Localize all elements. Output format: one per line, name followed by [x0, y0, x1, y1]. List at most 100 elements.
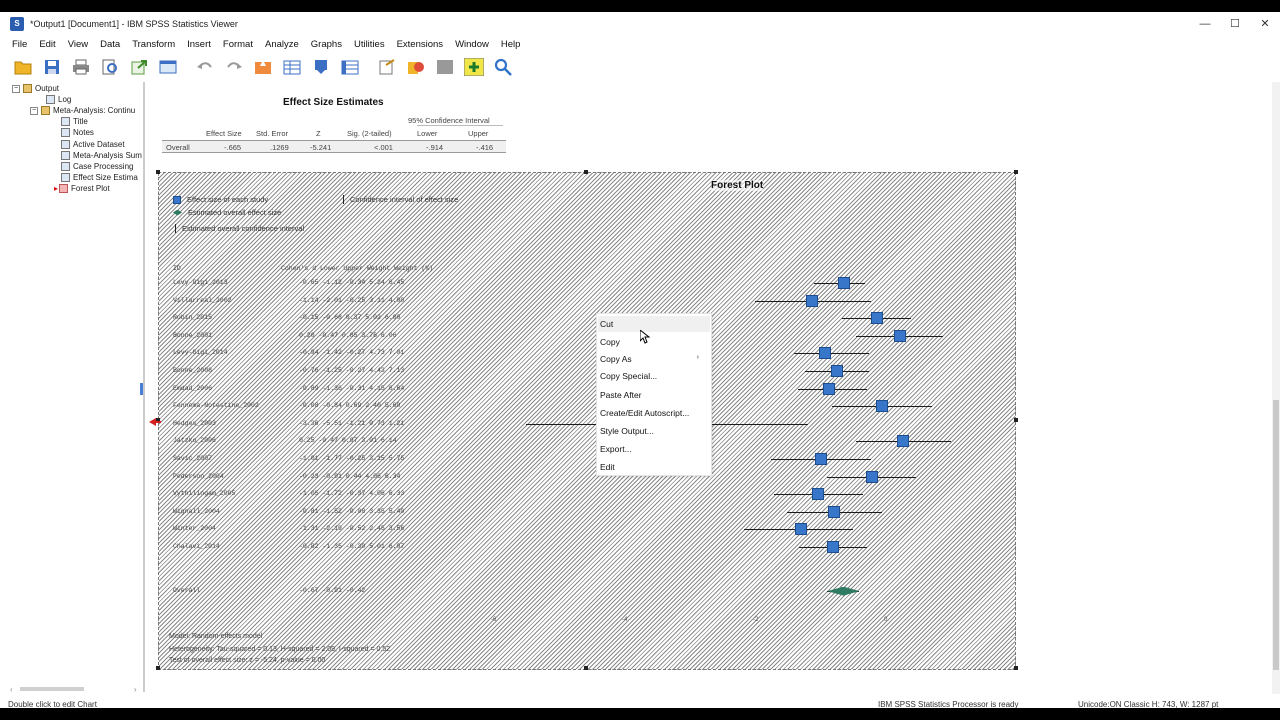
study-id: Villarreal_2002 [173, 296, 232, 304]
undo-icon[interactable] [194, 56, 216, 78]
tree-item-active-dataset[interactable]: Active Dataset [61, 139, 125, 150]
menu-extensions[interactable]: Extensions [391, 39, 449, 50]
menu-help[interactable]: Help [495, 39, 527, 50]
page-icon [61, 162, 70, 171]
legend-ci: Confidence interval of effect size [339, 195, 458, 204]
selection-handle[interactable] [1014, 418, 1018, 422]
menu-view[interactable]: View [62, 39, 94, 50]
recall-dialog-icon[interactable] [157, 56, 179, 78]
x-axis-tick-label: 0 [884, 617, 888, 623]
collapse-icon[interactable]: − [30, 106, 38, 115]
selection-handle[interactable] [156, 666, 160, 670]
column-header: Upper [468, 129, 489, 138]
open-icon[interactable] [12, 56, 34, 78]
menu-item-create-edit-autoscript[interactable]: Create/Edit Autoscript... [600, 408, 689, 418]
effect-size-estimates-table[interactable]: 95% Confidence Interval Effect Size Std.… [162, 114, 506, 153]
study-stats: 0.25 -0.47 0.97 3.01 6.14 [299, 437, 397, 445]
selection-handle[interactable] [584, 170, 588, 174]
menu-item-copy-as[interactable]: Copy As [600, 354, 632, 364]
search-icon[interactable] [492, 56, 514, 78]
export-icon[interactable] [128, 56, 150, 78]
overall-effect-diamond [827, 586, 860, 596]
tree-item-forest-plot[interactable]: ▸ Forest Plot [54, 183, 110, 194]
tree-item-title[interactable]: Title [61, 116, 88, 127]
study-id: Vythilingam_2005 [173, 490, 236, 498]
menu-graphs[interactable]: Graphs [305, 39, 348, 50]
overall-label: Overall [173, 586, 201, 594]
table-header-row-2: Effect Size Std. Error Z Sig. (2-tailed)… [162, 127, 506, 140]
menu-file[interactable]: File [6, 39, 33, 50]
menu-format[interactable]: Format [217, 39, 259, 50]
goto-variable-icon[interactable] [310, 56, 332, 78]
menu-window[interactable]: Window [449, 39, 495, 50]
menu-item-export[interactable]: Export... [600, 444, 632, 454]
maximize-button[interactable]: ☐ [1220, 12, 1250, 36]
study-stats: -0.15 -0.68 0.37 5.02 6.00 [299, 314, 401, 322]
effect-size-estimates-title: Effect Size Estimates [283, 97, 384, 108]
menu-item-cut[interactable]: Cut [600, 319, 613, 329]
collapse-icon[interactable]: − [12, 84, 20, 93]
study-id: Winter_2004 [173, 525, 216, 533]
table-cell: <.001 [374, 143, 393, 152]
legend-square-icon [173, 195, 181, 204]
menu-item-edit[interactable]: Edit [600, 462, 615, 472]
tree-item-case-processing[interactable]: Case Processing [61, 161, 133, 172]
forest-plot-title: Forest Plot [711, 180, 764, 191]
tree-item-notes[interactable]: Notes [61, 127, 94, 138]
scrollbar-thumb[interactable] [1273, 400, 1279, 670]
column-header: Sig. (2-tailed) [347, 129, 392, 138]
study-id: Chalavi_2014 [173, 543, 220, 550]
menu-analyze[interactable]: Analyze [259, 39, 305, 50]
column-header: Std. Error [256, 129, 289, 138]
spss-app-icon: S [10, 17, 24, 31]
save-icon[interactable] [41, 56, 63, 78]
tree-item-meta-analysis-summary[interactable]: Meta-Analysis Sum [61, 150, 142, 161]
content-vertical-scrollbar[interactable] [1272, 82, 1280, 694]
tree-item-output[interactable]: − Output [12, 83, 59, 94]
current-object-arrow-icon [149, 418, 161, 429]
selection-handle[interactable] [1014, 666, 1018, 670]
tree-item-label: Notes [73, 128, 94, 137]
menu-data[interactable]: Data [94, 39, 126, 50]
close-button[interactable]: ✕ [1250, 12, 1280, 36]
legend-overall: Estimated overall effect size [173, 208, 281, 217]
selection-handle[interactable] [156, 170, 160, 174]
redo-icon[interactable] [223, 56, 245, 78]
menu-insert[interactable]: Insert [181, 39, 217, 50]
menu-item-copy[interactable]: Copy [600, 337, 620, 347]
tree-item-log[interactable]: Log [46, 94, 71, 105]
study-stats: -0.82 -1.35 -0.30 5.01 6.07 [299, 543, 405, 550]
column-header: Effect Size [206, 129, 242, 138]
menu-edit[interactable]: Edit [33, 39, 61, 50]
tree-item-effect-size-estimates[interactable]: Effect Size Estima [61, 172, 138, 183]
goto-case-icon[interactable] [281, 56, 303, 78]
page-icon [61, 117, 70, 126]
pane-splitter[interactable] [143, 82, 145, 692]
tree-item-meta-analysis[interactable]: − Meta-Analysis: Continu [30, 105, 135, 116]
insert-output-icon[interactable] [376, 56, 398, 78]
forest-plot-chart[interactable]: Forest Plot Effect size of each study Co… [158, 172, 1016, 670]
insert-chart-icon[interactable] [434, 56, 456, 78]
selection-handle[interactable] [1014, 170, 1018, 174]
outline-horizontal-scrollbar[interactable]: ‹ › [8, 684, 142, 694]
designate-window-icon[interactable] [463, 56, 485, 78]
menu-item-style-output[interactable]: Style Output... [600, 426, 654, 436]
edit-output-icon[interactable] [405, 56, 427, 78]
minimize-button[interactable]: — [1190, 12, 1220, 36]
page-icon [61, 151, 70, 160]
legend-label: Estimated overall effect size [188, 208, 282, 217]
selection-handle[interactable] [584, 666, 588, 670]
menu-item-copy-special[interactable]: Copy Special... [600, 371, 657, 381]
study-effect-marker [871, 312, 884, 325]
menu-transform[interactable]: Transform [126, 39, 181, 50]
menu-item-paste-after[interactable]: Paste After [600, 390, 642, 400]
legend-diamond-icon [173, 209, 182, 216]
menu-utilities[interactable]: Utilities [348, 39, 391, 50]
print-preview-icon[interactable] [99, 56, 121, 78]
page-icon [61, 140, 70, 149]
variables-icon[interactable] [339, 56, 361, 78]
print-icon[interactable] [70, 56, 92, 78]
study-stats: -0.76 -1.25 -0.27 4.43 7.13 [299, 367, 405, 374]
goto-data-icon[interactable] [252, 56, 274, 78]
page-icon [61, 128, 70, 137]
